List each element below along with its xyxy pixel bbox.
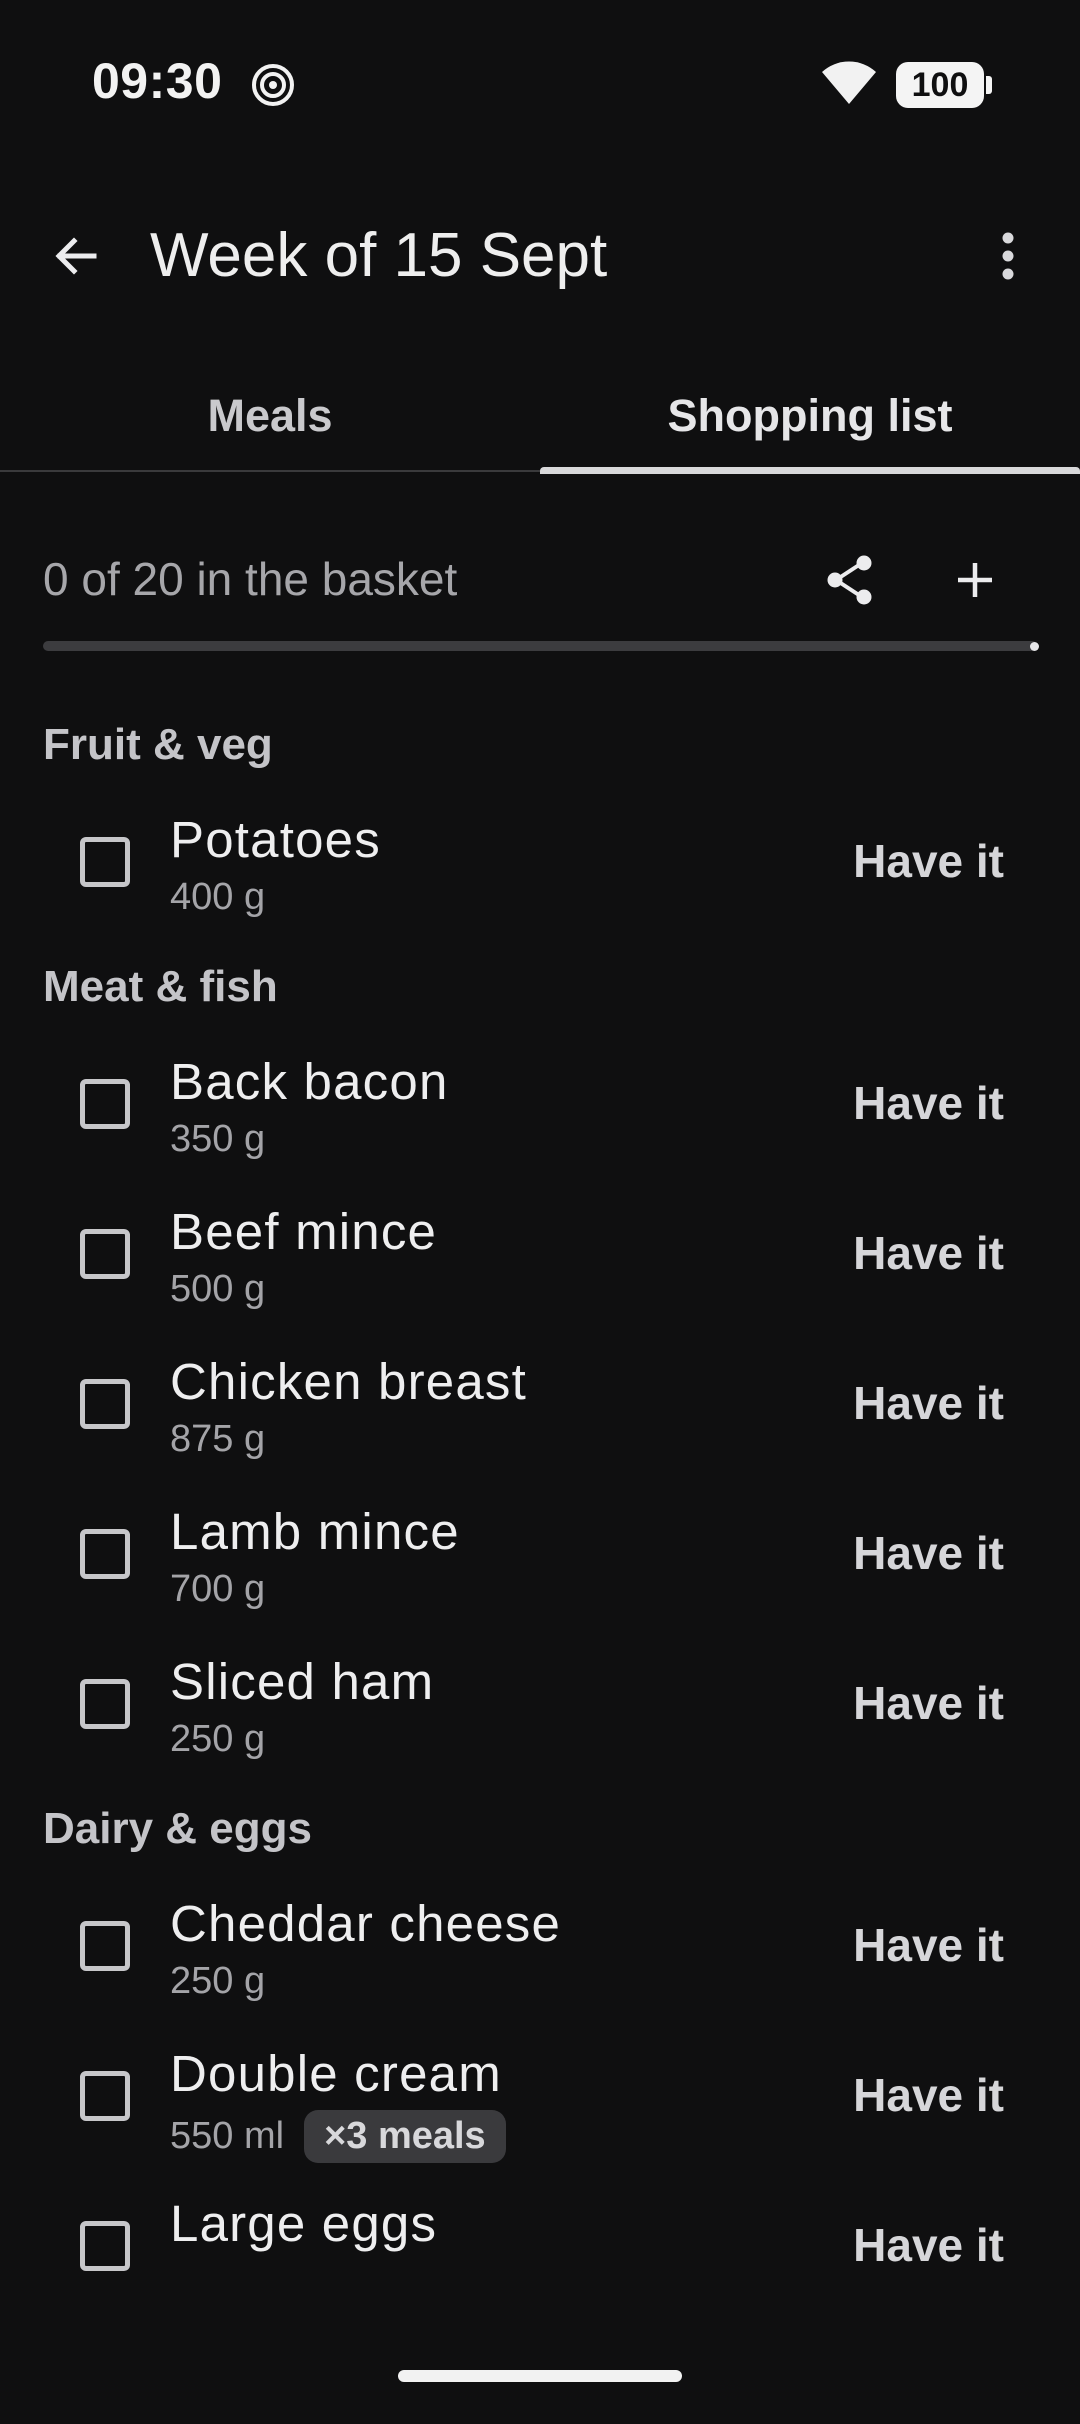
item-checkbox[interactable]	[80, 1921, 130, 1971]
progress-end-dot	[1030, 642, 1039, 651]
item-quantity: 250 g	[170, 1960, 266, 2002]
item-name: Sliced ham	[170, 1653, 435, 1710]
list-item: Sliced ham 250 g Have it	[0, 1634, 1080, 1784]
section-header: Fruit & veg	[43, 720, 273, 769]
shopping-list-screen: 09:30 100 Week of 15 Sept Meals Shopping…	[0, 0, 1080, 2424]
item-name: Cheddar cheese	[170, 1895, 562, 1952]
tab-indicator	[540, 467, 1080, 474]
have-it-button[interactable]: Have it	[853, 2218, 1004, 2272]
spiral-icon	[252, 64, 294, 106]
tab-bar: Meals Shopping list	[0, 360, 1080, 474]
plus-icon	[958, 563, 992, 597]
item-name: Back bacon	[170, 1053, 449, 1110]
battery-tip	[986, 76, 992, 94]
item-name: Large eggs	[170, 2195, 438, 2252]
item-checkbox[interactable]	[80, 1229, 130, 1279]
tab-shopping-list[interactable]: Shopping list	[540, 360, 1080, 472]
have-it-button[interactable]: Have it	[853, 1526, 1004, 1580]
list-item: Large eggs Have it	[0, 2176, 1080, 2326]
page-title: Week of 15 Sept	[150, 221, 608, 290]
back-button[interactable]	[30, 210, 122, 302]
list-item: Potatoes 400 g Have it	[0, 792, 1080, 942]
item-name: Beef mince	[170, 1203, 438, 1260]
tab-meals[interactable]: Meals	[0, 360, 540, 472]
app-bar: Week of 15 Sept	[0, 200, 1080, 312]
more-vert-icon	[1002, 232, 1014, 280]
have-it-button[interactable]: Have it	[853, 1676, 1004, 1730]
item-checkbox[interactable]	[80, 1379, 130, 1429]
list-item: Chicken breast 875 g Have it	[0, 1334, 1080, 1484]
item-checkbox[interactable]	[80, 1529, 130, 1579]
section-header: Meat & fish	[43, 962, 278, 1011]
item-name: Chicken breast	[170, 1353, 527, 1410]
add-item-button[interactable]	[935, 540, 1015, 620]
item-checkbox[interactable]	[80, 2221, 130, 2271]
share-icon	[827, 555, 872, 605]
home-indicator[interactable]	[398, 2370, 682, 2382]
item-quantity: 350 g	[170, 1118, 266, 1160]
item-checkbox[interactable]	[80, 2071, 130, 2121]
battery-level: 100	[896, 62, 984, 108]
share-button[interactable]	[810, 540, 890, 620]
item-checkbox[interactable]	[80, 1079, 130, 1129]
item-name: Potatoes	[170, 811, 381, 868]
shopping-list: Fruit & veg Potatoes 400 g Have it Meat …	[0, 700, 1080, 2328]
have-it-button[interactable]: Have it	[853, 1918, 1004, 1972]
item-quantity: 875 g	[170, 1418, 266, 1460]
status-bar: 09:30 100	[0, 0, 1080, 170]
list-item: Lamb mince 700 g Have it	[0, 1484, 1080, 1634]
item-quantity-row: 550 ml ×3 meals	[170, 2110, 506, 2163]
more-options-button[interactable]	[962, 210, 1054, 302]
have-it-button[interactable]: Have it	[853, 1376, 1004, 1430]
item-name: Double cream	[170, 2045, 502, 2102]
item-checkbox[interactable]	[80, 1679, 130, 1729]
list-item: Beef mince 500 g Have it	[0, 1184, 1080, 1334]
list-item: Cheddar cheese 250 g Have it	[0, 1876, 1080, 2026]
have-it-button[interactable]: Have it	[853, 1076, 1004, 1130]
meals-count-badge: ×3 meals	[304, 2110, 506, 2163]
have-it-button[interactable]: Have it	[853, 1226, 1004, 1280]
item-quantity: 700 g	[170, 1568, 266, 1610]
basket-summary: 0 of 20 in the basket	[43, 553, 458, 605]
item-quantity: 250 g	[170, 1718, 266, 1760]
item-quantity: 400 g	[170, 876, 266, 918]
basket-progress-bar	[43, 641, 1039, 651]
item-checkbox[interactable]	[80, 837, 130, 887]
have-it-button[interactable]: Have it	[853, 834, 1004, 888]
section-header: Dairy & eggs	[43, 1804, 312, 1853]
have-it-button[interactable]: Have it	[853, 2068, 1004, 2122]
item-quantity: 550 ml	[170, 2115, 285, 2157]
basket-summary-row: 0 of 20 in the basket	[0, 540, 1080, 620]
item-name: Lamb mince	[170, 1503, 460, 1560]
list-item: Double cream 550 ml ×3 meals Have it	[0, 2026, 1080, 2176]
item-quantity: 500 g	[170, 1268, 266, 1310]
status-time: 09:30	[92, 53, 223, 109]
wifi-icon	[822, 61, 876, 104]
arrow-left-icon	[55, 237, 97, 275]
battery-icon: 100	[896, 62, 992, 108]
list-item: Back bacon 350 g Have it	[0, 1034, 1080, 1184]
